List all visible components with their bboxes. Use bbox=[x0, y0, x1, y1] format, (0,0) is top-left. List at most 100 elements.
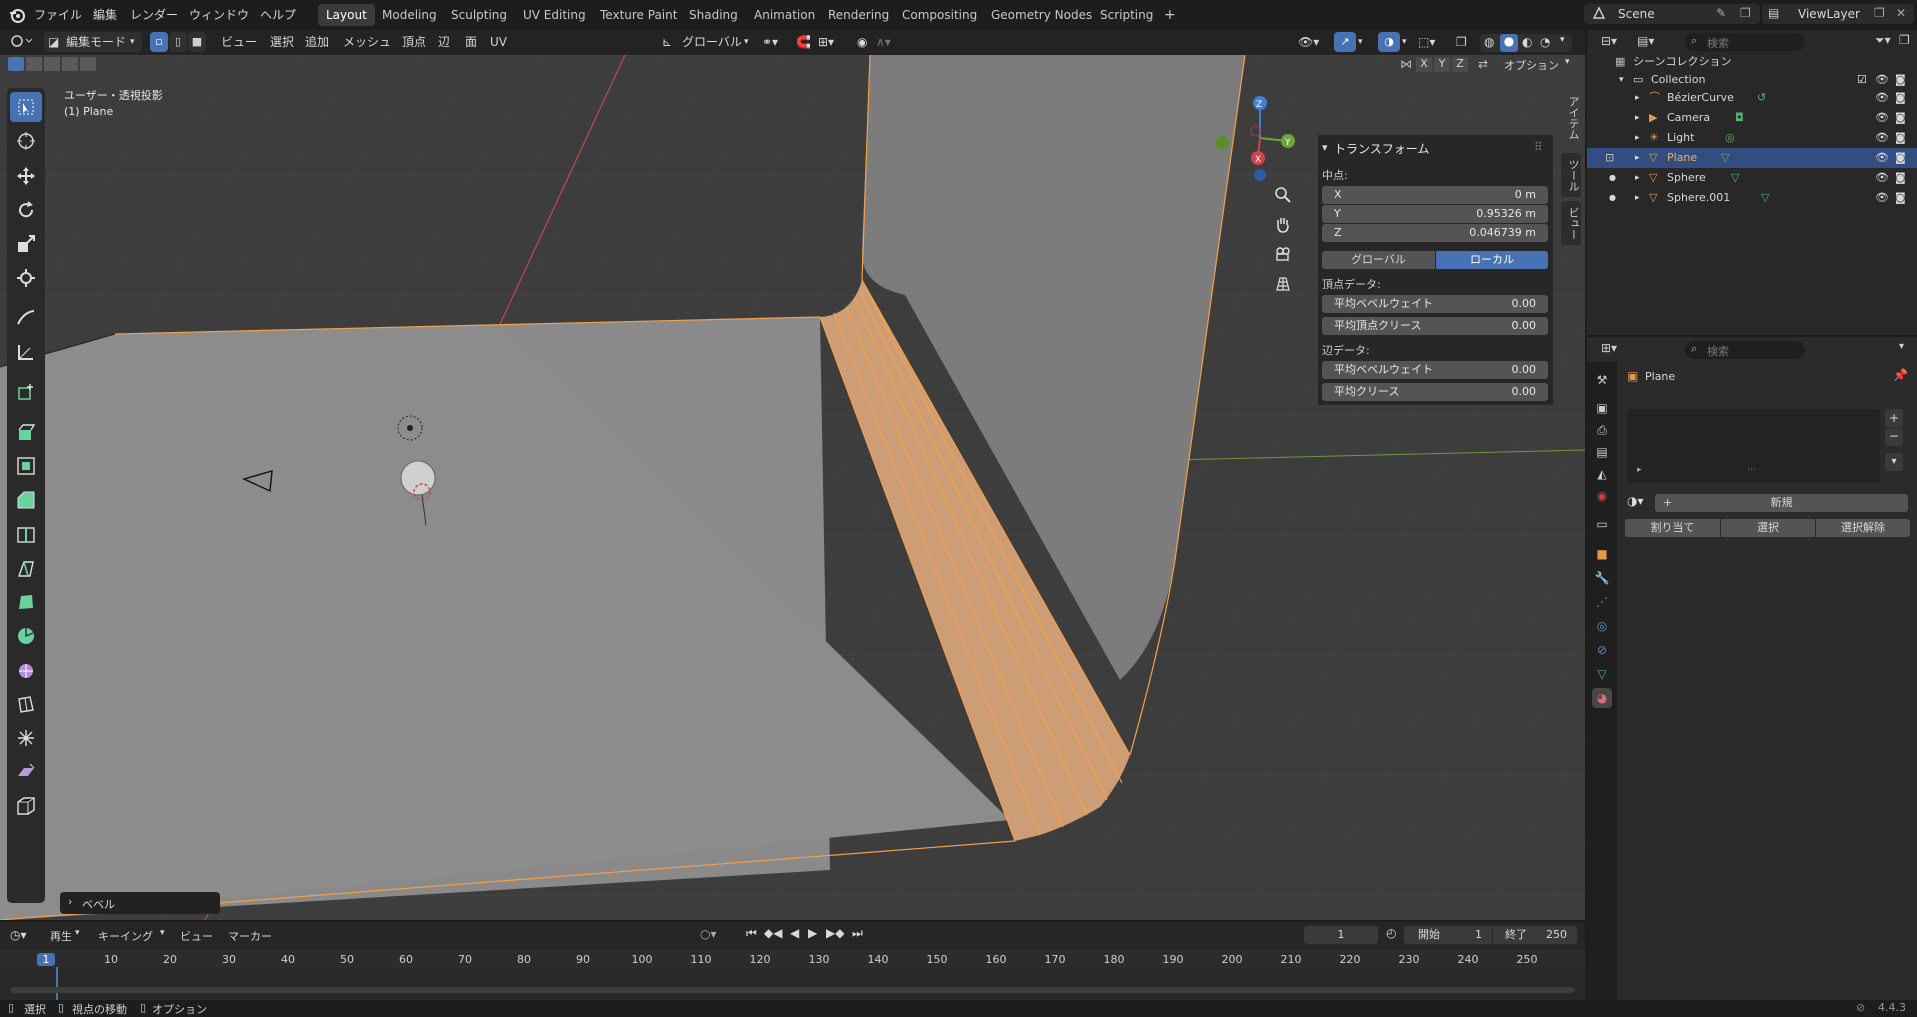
outliner-item-plane[interactable]: ⊡ ▸ ▽ Plane ▽ 👁 ◙ bbox=[1587, 148, 1917, 168]
camera-render-icon[interactable]: ◙ bbox=[1895, 70, 1906, 90]
play-reverse-icon[interactable]: ◀ bbox=[790, 926, 799, 940]
outliner-search-input[interactable]: ⌕ 検索 bbox=[1685, 33, 1805, 51]
constraints-tab-icon[interactable]: ⊘ bbox=[1592, 640, 1612, 660]
navigation-gizmo[interactable]: Z Y X bbox=[1215, 93, 1305, 183]
checkbox-icon[interactable]: ☑ bbox=[1857, 70, 1867, 90]
camera-render-icon[interactable]: ◙ bbox=[1895, 108, 1906, 128]
chevron-down-icon[interactable]: ▾ bbox=[1322, 141, 1328, 154]
collection-tab-icon[interactable]: ▭ bbox=[1592, 514, 1612, 534]
deselect-button[interactable]: 選択解除 bbox=[1816, 519, 1910, 537]
local-toggle[interactable]: ローカル bbox=[1436, 251, 1548, 269]
pin-icon[interactable]: ✎ bbox=[1716, 6, 1726, 20]
vertex-select-mode-button[interactable]: ▫ bbox=[150, 32, 168, 52]
play-icon[interactable]: ▶ bbox=[808, 926, 817, 940]
operator-redo-panel[interactable]: › ベベル bbox=[60, 892, 220, 914]
select-subtract-icon[interactable] bbox=[44, 57, 60, 71]
viewlayer-copy-icon[interactable]: ❐ bbox=[1874, 6, 1885, 20]
gizmo-toggle-button[interactable]: ↗ bbox=[1334, 32, 1356, 52]
outliner-item-light[interactable]: ▸ ☀ Light ◎ 👁 ◙ bbox=[1587, 128, 1917, 148]
tab-uv-editing[interactable]: UV Editing bbox=[515, 4, 594, 26]
slot-specials-button[interactable]: ▾ bbox=[1885, 453, 1903, 471]
menu-file[interactable]: ファイル bbox=[34, 6, 82, 23]
new-material-button[interactable]: + 新規 bbox=[1655, 494, 1908, 512]
scene-selector[interactable]: Scene ✎ ❐ bbox=[1584, 4, 1760, 24]
inset-faces-tool[interactable] bbox=[10, 451, 42, 481]
physics-tab-icon[interactable]: ◎ bbox=[1592, 616, 1612, 636]
eye-icon[interactable]: 👁 bbox=[1875, 168, 1889, 188]
pan-hand-icon[interactable] bbox=[1270, 211, 1296, 237]
outliner-editor-icon[interactable]: ⊟▾ bbox=[1601, 34, 1617, 48]
mesh-data-icon[interactable]: ▽ bbox=[1721, 148, 1729, 168]
chevron-down-icon[interactable]: ▾ bbox=[1899, 341, 1904, 352]
assign-button[interactable]: 割り当て bbox=[1625, 519, 1720, 537]
viewlayer-remove-icon[interactable]: ✕ bbox=[1896, 6, 1906, 20]
tab-tool[interactable]: ツール bbox=[1561, 153, 1581, 197]
menu-help[interactable]: ヘルプ bbox=[260, 6, 296, 23]
camera-render-icon[interactable]: ◙ bbox=[1895, 188, 1906, 208]
network-off-icon[interactable]: ⊘ bbox=[1856, 1001, 1865, 1014]
chevron-right-icon[interactable]: ▸ bbox=[1637, 465, 1642, 475]
move-tool[interactable] bbox=[10, 161, 42, 191]
filter-icon[interactable]: ⏷▾ bbox=[1875, 33, 1891, 48]
camera-view-icon[interactable] bbox=[1270, 241, 1296, 267]
chevron-right-icon[interactable]: ▸ bbox=[1635, 168, 1640, 188]
chevron-right-icon[interactable]: ▸ bbox=[1635, 188, 1640, 208]
select-new-icon[interactable] bbox=[8, 57, 24, 71]
pin-icon[interactable]: 📌 bbox=[1893, 368, 1908, 382]
material-browse-button[interactable]: ◑▾ bbox=[1627, 494, 1651, 512]
output-tab-icon[interactable]: ⎙ bbox=[1592, 420, 1612, 440]
topology-mirror-icon[interactable]: ⇄ bbox=[1478, 57, 1488, 71]
menu-select[interactable]: 選択 bbox=[270, 32, 294, 52]
menu-edge[interactable]: 辺 bbox=[438, 32, 450, 52]
chevron-right-icon[interactable]: ▸ bbox=[1635, 128, 1640, 148]
falloff-icon[interactable]: ∧▾ bbox=[876, 32, 891, 52]
chevron-down-icon[interactable]: ▾ bbox=[1565, 57, 1570, 67]
chevron-down-icon[interactable]: ▾ bbox=[1619, 70, 1624, 90]
visibility-icon[interactable]: 👁▾ bbox=[1298, 32, 1319, 52]
chevron-down-icon[interactable]: ▾ bbox=[1402, 32, 1407, 52]
timeline-track-area[interactable] bbox=[0, 969, 1585, 1000]
material-tab-icon[interactable]: ◕ bbox=[1592, 688, 1612, 708]
camera-render-icon[interactable]: ◙ bbox=[1895, 168, 1906, 188]
select-invert-icon[interactable] bbox=[62, 57, 78, 71]
tab-layout[interactable]: Layout bbox=[318, 4, 375, 26]
scene-copy-icon[interactable]: ❐ bbox=[1740, 6, 1751, 20]
outliner-collection[interactable]: ▾ ▭ Collection ☑ 👁 ◙ bbox=[1587, 70, 1917, 90]
mode-selector[interactable]: ◪ 編集モード ▾ bbox=[44, 32, 142, 52]
eye-icon[interactable]: 👁 bbox=[1875, 88, 1889, 108]
world-tab-icon[interactable]: ◉ bbox=[1592, 486, 1612, 506]
add-slot-button[interactable]: + bbox=[1885, 409, 1903, 427]
camera-render-icon[interactable]: ◙ bbox=[1895, 88, 1906, 108]
select-intersect-icon[interactable] bbox=[80, 57, 96, 71]
scale-tool[interactable] bbox=[10, 229, 42, 259]
median-x-field[interactable]: X 0 m bbox=[1322, 186, 1548, 204]
tab-rendering[interactable]: Rendering bbox=[820, 4, 897, 26]
eye-icon[interactable]: 👁 bbox=[1875, 70, 1889, 90]
extrude-region-tool[interactable] bbox=[10, 417, 42, 447]
gizmo-neg-y-axis[interactable] bbox=[1215, 136, 1229, 150]
tab-item[interactable]: アイテム bbox=[1561, 87, 1581, 149]
vertex-bevel-weight-field[interactable]: 平均ベベルウェイト 0.00 bbox=[1322, 295, 1548, 313]
median-z-field[interactable]: Z 0.046739 m bbox=[1322, 224, 1548, 242]
frame-tick-current[interactable]: 1 bbox=[37, 953, 55, 966]
chevron-right-icon[interactable]: ▸ bbox=[1635, 108, 1640, 128]
next-keyframe-icon[interactable]: ▶◆ bbox=[826, 926, 844, 940]
loop-cut-tool[interactable] bbox=[10, 519, 42, 549]
spin-tool[interactable] bbox=[10, 621, 42, 651]
material-shading-icon[interactable]: ◐ bbox=[1522, 35, 1532, 49]
menu-marker[interactable]: マーカー bbox=[228, 928, 272, 944]
rendered-shading-icon[interactable]: ◔ bbox=[1540, 35, 1550, 49]
properties-editor-icon[interactable]: ⊞▾ bbox=[1601, 341, 1617, 355]
outliner-item-camera[interactable]: ▸ ▶ Camera ◘ 👁 ◙ bbox=[1587, 108, 1917, 128]
edge-select-mode-button[interactable]: ▯ bbox=[169, 32, 187, 52]
poly-build-tool[interactable] bbox=[10, 587, 42, 617]
mesh-edit-overlay-icon[interactable]: ⬚▾ bbox=[1418, 32, 1435, 52]
remove-slot-button[interactable]: − bbox=[1885, 428, 1903, 446]
zoom-icon[interactable] bbox=[1270, 182, 1296, 208]
face-select-mode-button[interactable]: ■ bbox=[188, 32, 206, 52]
transform-tool[interactable] bbox=[10, 263, 42, 293]
jump-start-icon[interactable]: ⏮ bbox=[746, 926, 757, 941]
edge-crease-field[interactable]: 平均クリース 0.00 bbox=[1322, 383, 1548, 401]
jump-end-icon[interactable]: ⏭ bbox=[852, 926, 863, 941]
chevron-down-icon[interactable]: ▾ bbox=[1560, 35, 1565, 45]
